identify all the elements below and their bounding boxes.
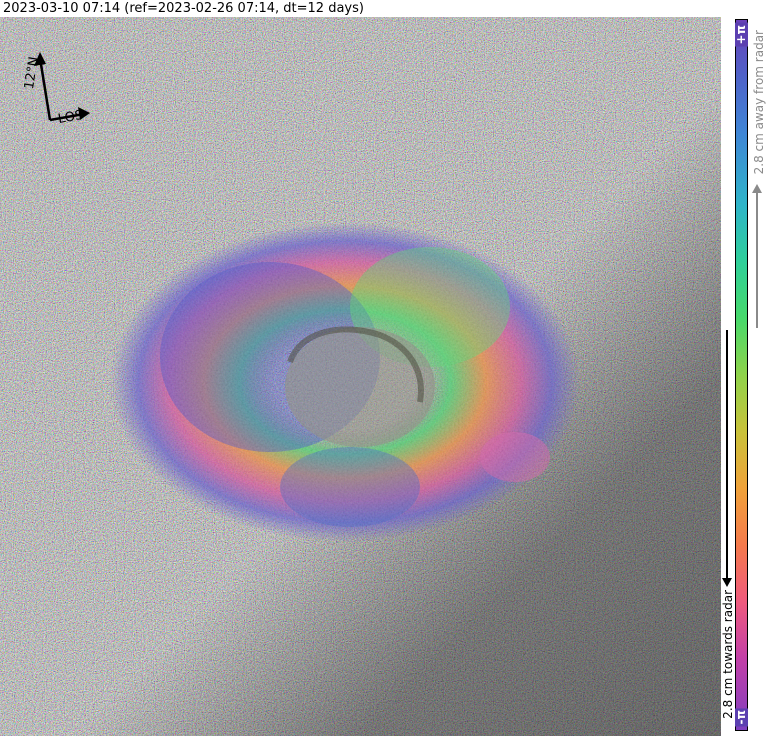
colorbar-top-label: +π xyxy=(734,23,748,47)
away-arrow-head-icon xyxy=(752,184,762,193)
towards-radar-label: 2.8 cm towards radar xyxy=(721,590,735,719)
away-arrow xyxy=(756,190,758,328)
colorbar-bottom-label: -π xyxy=(734,707,748,726)
image-title: 2023-03-10 07:14 (ref=2023-02-26 07:14, … xyxy=(3,1,364,16)
interferogram-map xyxy=(0,17,721,736)
away-from-radar-label: 2.8 cm away from radar xyxy=(752,30,766,175)
towards-arrow xyxy=(726,330,728,580)
phase-colorbar xyxy=(735,19,748,731)
compass-rose: 12°N LOS xyxy=(14,48,104,148)
towards-arrow-head-icon xyxy=(722,578,732,587)
